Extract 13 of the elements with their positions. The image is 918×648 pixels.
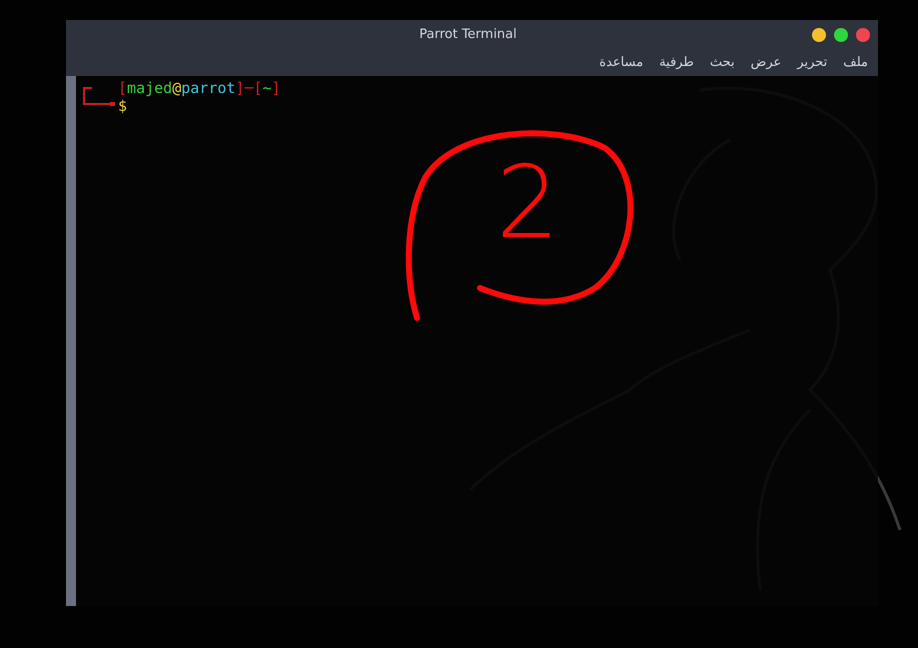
window-control-button[interactable]	[834, 28, 848, 42]
menu-item[interactable]: ملف	[837, 53, 874, 72]
window-control-button[interactable]	[856, 28, 870, 42]
annotation-drawing: 2	[404, 128, 636, 328]
scrollbar[interactable]	[66, 76, 76, 606]
menu-item[interactable]: عرض	[744, 53, 788, 72]
window-control-button[interactable]	[812, 28, 826, 42]
menu-item[interactable]: طرفية	[653, 53, 700, 72]
menu-item[interactable]: تحرير	[791, 53, 834, 72]
prompt-line: $	[118, 97, 128, 115]
window-title: Parrot Terminal	[418, 27, 518, 42]
menu-item[interactable]: بحث	[704, 53, 741, 72]
menu-item[interactable]: مساعدة	[593, 53, 650, 72]
